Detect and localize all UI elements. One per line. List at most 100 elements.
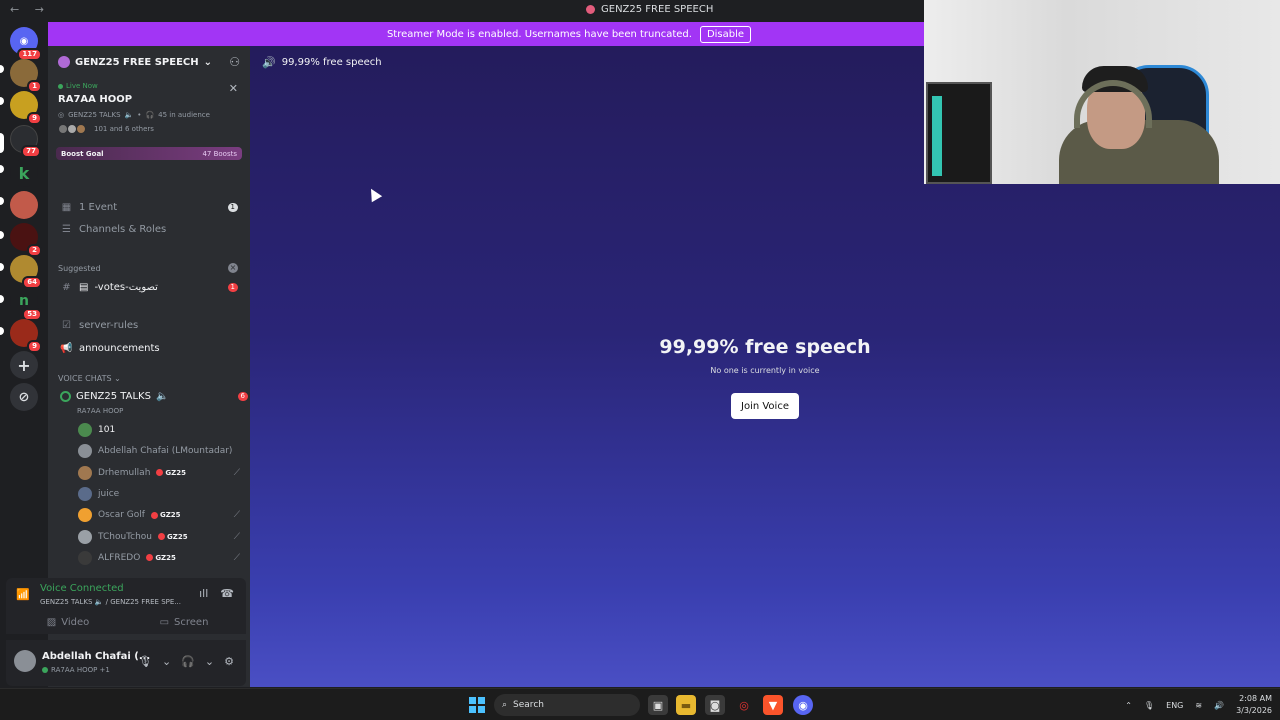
server-icon-genz25[interactable]: 77 xyxy=(10,125,41,158)
user-status: RA7AA HOOP +1 xyxy=(42,666,110,674)
suggested-label: Suggested xyxy=(58,264,101,273)
voice-member-row[interactable]: 101 xyxy=(78,421,240,439)
user-controls: 🎙 ⌄ 🎧 ⌄ ⚙ xyxy=(138,655,234,668)
avatar xyxy=(78,508,92,523)
chevron-down-icon[interactable]: ⌄ xyxy=(162,655,171,668)
member-name: Abdellah Chafai (LMountadar) xyxy=(98,446,233,457)
user-name[interactable]: Abdellah Chafai (... xyxy=(42,651,150,662)
unread-badge: 2 xyxy=(27,244,42,257)
channel-announcements[interactable]: 📢 announcements xyxy=(48,338,250,358)
live-now-card[interactable]: Live Now ✕ RA7AA HOOP ◎ GENZ25 TALKS 🔈 •… xyxy=(48,78,250,138)
task-view-icon[interactable]: ▣ xyxy=(648,695,668,715)
server-icon-6[interactable]: n 53 xyxy=(10,287,42,321)
avatar[interactable] xyxy=(14,650,36,672)
speaker-icon: 🔈 xyxy=(124,111,134,119)
channel-server-rules[interactable]: ☑ server-rules xyxy=(48,315,250,335)
voice-channel-host: RA7AA HOOP xyxy=(77,407,124,415)
noise-suppression-icon[interactable]: ıll xyxy=(199,587,208,600)
live-host-name: RA7AA HOOP xyxy=(58,94,133,105)
discord-taskbar-icon[interactable]: ◉ xyxy=(793,695,813,715)
server-icon-k[interactable]: k xyxy=(10,159,38,187)
search-label: Search xyxy=(513,700,544,710)
boost-goal-bar[interactable]: Boost Goal 47 Boosts xyxy=(56,147,242,160)
clock[interactable]: 2:08 AM 3/3/2026 xyxy=(1236,693,1272,717)
server-tag-text: GZ25 xyxy=(167,532,188,541)
disconnect-icon[interactable]: ☎ xyxy=(220,587,234,600)
gear-icon[interactable]: ⚙ xyxy=(224,655,234,668)
file-explorer-icon[interactable]: ▬ xyxy=(676,695,696,715)
voice-member-row[interactable]: Oscar Golf GZ25 ⟋ xyxy=(78,506,240,524)
voice-status[interactable]: Voice Connected xyxy=(40,583,124,594)
taskbar: ⌕ Search ▣ ▬ ◙ ◎ ▼ ◉ ⌃ 🎙 ENG ≋ 🔊 2:08 AM… xyxy=(0,688,1280,720)
hashtag-icon: # xyxy=(62,281,71,293)
wifi-icon[interactable]: ≋ xyxy=(1195,701,1202,710)
screen-icon: ▭ xyxy=(159,616,170,628)
channel-votes[interactable]: # ▤ -votes-تصويت 1 xyxy=(48,277,250,297)
server-icon-3[interactable] xyxy=(10,191,38,219)
server-icon-2[interactable]: 9 xyxy=(10,91,42,125)
screen-share-button[interactable]: ▭ Screen xyxy=(130,613,238,631)
add-server-icon[interactable]: + xyxy=(10,351,38,379)
avatar xyxy=(78,444,92,459)
boost-count: 47 Boosts xyxy=(202,149,237,158)
discover-compass-icon[interactable]: ⊘ xyxy=(10,383,38,411)
voice-member-row[interactable]: ALFREDO GZ25 ⟋ xyxy=(78,549,240,567)
server-tag: GZ25 xyxy=(158,533,188,541)
disable-streamer-button[interactable]: Disable xyxy=(699,25,752,43)
voice-member-row[interactable]: TChouTchou GZ25 ⟋ xyxy=(78,528,240,546)
server-icon-4[interactable]: 2 xyxy=(10,223,42,257)
history-nav-arrows[interactable]: ← → xyxy=(10,3,50,16)
server-icon-1[interactable]: 1 xyxy=(10,59,42,93)
voice-location[interactable]: GENZ25 TALKS 🔈 / GENZ25 FREE SPE... xyxy=(40,598,181,606)
server-icon-7[interactable]: 9 xyxy=(10,319,42,353)
microphone-icon[interactable]: 🎙 xyxy=(138,655,152,668)
server-name: GENZ25 FREE SPEECH xyxy=(75,56,199,68)
close-icon[interactable]: ✕ xyxy=(229,82,238,95)
dismiss-suggested-icon[interactable]: × xyxy=(228,263,238,273)
voice-chats-category[interactable]: VOICE CHATS ⌄ xyxy=(58,374,121,383)
voice-channel-genz25-talks[interactable]: GENZ25 TALKS 🔈 6 xyxy=(60,391,250,402)
server-header[interactable]: GENZ25 FREE SPEECH ⌄ ⚇ xyxy=(48,46,250,78)
video-off-icon: ▨ xyxy=(46,616,57,628)
brave-icon[interactable]: ▼ xyxy=(763,695,783,715)
windows-start-icon[interactable] xyxy=(469,697,485,713)
server-icon-5[interactable]: 64 xyxy=(10,255,42,289)
channels-icon: ☰ xyxy=(62,223,71,235)
voice-member-row[interactable]: Abdellah Chafai (LMountadar) xyxy=(78,442,240,460)
separator-dot: • xyxy=(137,111,142,119)
server-tag: GZ25 xyxy=(146,554,176,562)
join-voice-button[interactable]: Join Voice xyxy=(731,393,799,419)
voice-member-row[interactable]: Drhemullah GZ25 ⟋ xyxy=(78,464,240,482)
chevron-up-icon[interactable]: ⌃ xyxy=(1125,701,1132,710)
invite-people-icon[interactable]: ⚇ xyxy=(229,55,240,69)
video-button[interactable]: ▨ Video xyxy=(14,613,122,631)
voice-category-label: VOICE CHATS xyxy=(58,374,112,383)
live-meta: ◎ GENZ25 TALKS 🔈 • 🎧 45 in audience xyxy=(58,111,240,119)
voice-member-row[interactable]: juice xyxy=(78,485,240,503)
live-now-label: Live Now xyxy=(58,82,240,90)
stage-channel-icon xyxy=(60,391,71,402)
channel-header: 🔊 99,99% free speech xyxy=(262,56,382,69)
volume-icon[interactable]: 🔊 xyxy=(1214,701,1224,710)
speaker-icon: 🔊 xyxy=(262,56,276,69)
avatar xyxy=(78,550,92,565)
direct-messages-icon[interactable]: ◉ 117 xyxy=(10,27,42,61)
rgb-glow xyxy=(932,96,942,176)
events-item[interactable]: ▦ 1 Event 1 xyxy=(48,197,250,217)
headphones-icon[interactable]: 🎧 xyxy=(181,655,195,668)
microphone-icon[interactable]: 🎙 xyxy=(1144,701,1154,710)
video-label: Video xyxy=(61,616,90,628)
camera-icon[interactable]: ◙ xyxy=(705,695,725,715)
stage-icon: ◎ xyxy=(58,111,65,119)
tag-icon xyxy=(146,554,154,562)
channels-roles-item[interactable]: ☰ Channels & Roles xyxy=(48,219,250,239)
chrome-icon[interactable]: ◎ xyxy=(734,695,754,715)
chevron-down-icon[interactable]: ⌄ xyxy=(205,655,214,668)
taskbar-search[interactable]: ⌕ Search xyxy=(494,694,640,716)
language-indicator[interactable]: ENG xyxy=(1166,701,1183,710)
unread-pill xyxy=(0,97,4,105)
unread-badge: 1 xyxy=(27,80,42,93)
tag-icon xyxy=(156,469,164,477)
unread-badge: 9 xyxy=(27,340,42,353)
system-tray: ⌃ 🎙 ENG ≋ 🔊 2:08 AM 3/3/2026 xyxy=(1125,693,1272,717)
